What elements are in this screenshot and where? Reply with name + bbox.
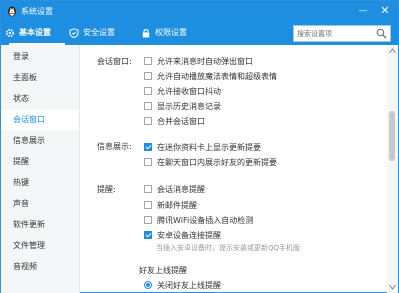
option-show-history[interactable]: 显示历史消息记录 — [144, 101, 221, 112]
checkbox[interactable] — [144, 200, 152, 209]
checkbox-checked[interactable] — [144, 230, 152, 239]
tab-basic-settings[interactable]: 基本设置 — [5, 21, 65, 45]
shield-icon — [69, 27, 79, 38]
checkbox[interactable] — [144, 56, 152, 65]
tab-label: 权限设置 — [155, 27, 187, 37]
sidebar-item-status[interactable]: 状态 — [1, 89, 79, 109]
option-close-friend-online[interactable]: 关闭好友上线提醒 — [144, 280, 221, 291]
settings-window: 系统设置 — ✕ 基本设置 安全设置 权限设置 搜索设置项 登录 主面板 状态 … — [0, 0, 399, 293]
sidebar-item-reminders[interactable]: 提醒 — [1, 152, 79, 172]
checkbox[interactable] — [144, 116, 152, 125]
search-box[interactable] — [293, 25, 391, 42]
sidebar: 登录 主面板 状态 会话窗口 信息展示 提醒 热键 声音 软件更新 文件管理 音… — [1, 45, 80, 293]
scrollbar-track[interactable] — [387, 45, 398, 293]
option-message-remind[interactable]: 会话消息提醒 — [144, 184, 205, 195]
tab-security-settings[interactable]: 安全设置 — [69, 21, 135, 45]
sidebar-item-sound[interactable]: 声音 — [1, 194, 79, 214]
title-bar[interactable]: 系统设置 — ✕ — [1, 1, 398, 21]
tab-label: 安全设置 — [83, 27, 115, 37]
option-android-connect-remind[interactable]: 安卓设备连接提醒 — [144, 230, 221, 241]
settings-content: 会话窗口: 允许来消息时自动弹出窗口 允许自动播放魔法表情和超级表情 允许接收窗… — [81, 45, 387, 293]
checkbox[interactable] — [144, 157, 152, 166]
sidebar-item-info-display[interactable]: 信息展示 — [1, 131, 79, 151]
scrollbar-thumb[interactable] — [389, 111, 395, 161]
gear-icon — [5, 28, 15, 37]
option-mini-card-updates[interactable]: 在迷你资料卡上显示更新提要 — [144, 142, 261, 153]
minimize-button[interactable]: — — [355, 3, 371, 19]
search-input[interactable] — [297, 27, 375, 40]
option-merge-windows[interactable]: 合并会话窗口 — [144, 116, 205, 127]
android-hint-text: 当插入安卓设备时，提示安装或更新QQ手机版 — [156, 244, 301, 252]
tab-permission-settings[interactable]: 权限设置 — [141, 21, 207, 45]
option-chat-friend-updates[interactable]: 在聊天窗口内展示好友的更新提要 — [144, 157, 277, 168]
section-label-session: 会话窗口: — [97, 57, 132, 66]
checkbox-checked[interactable] — [144, 142, 152, 151]
radio-selected[interactable] — [144, 280, 152, 289]
checkbox[interactable] — [144, 215, 152, 224]
option-window-shake[interactable]: 允许接收窗口抖动 — [144, 86, 221, 97]
option-auto-play-emoticons[interactable]: 允许自动播放魔法表情和超级表情 — [144, 71, 277, 82]
sidebar-item-login[interactable]: 登录 — [1, 47, 79, 67]
sidebar-item-software-update[interactable]: 软件更新 — [1, 215, 79, 235]
window-title: 系统设置 — [21, 7, 53, 16]
section-label-remind: 提醒: — [97, 185, 116, 194]
checkbox[interactable] — [144, 86, 152, 95]
tab-bar: 基本设置 安全设置 权限设置 — [1, 21, 398, 45]
lock-icon — [142, 28, 150, 37]
search-icon[interactable] — [376, 28, 387, 39]
qq-penguin-icon — [8, 6, 16, 17]
checkbox[interactable] — [144, 101, 152, 110]
option-auto-popup[interactable]: 允许来消息时自动弹出窗口 — [144, 56, 253, 67]
sidebar-item-file-management[interactable]: 文件管理 — [1, 236, 79, 256]
sidebar-item-audio-video[interactable]: 音视频 — [1, 257, 79, 277]
sidebar-item-hotkeys[interactable]: 热键 — [1, 173, 79, 193]
tab-label: 基本设置 — [19, 27, 51, 37]
scroll-up-arrow-icon[interactable] — [389, 48, 396, 54]
scroll-down-arrow-icon[interactable] — [389, 284, 396, 290]
checkbox[interactable] — [144, 71, 152, 80]
option-wifi-device-detect[interactable]: 腾讯WiFi设备插入自动检测 — [144, 215, 253, 226]
option-new-mail-remind[interactable]: 新邮件提醒 — [144, 200, 197, 211]
sidebar-item-session-window[interactable]: 会话窗口 — [1, 110, 79, 130]
close-button[interactable]: ✕ — [377, 3, 393, 19]
section-label-info: 信息展示: — [97, 142, 132, 151]
checkbox[interactable] — [144, 184, 152, 193]
friend-online-heading: 好友上线提醒 — [139, 266, 187, 275]
sidebar-item-main-panel[interactable]: 主面板 — [1, 68, 79, 88]
